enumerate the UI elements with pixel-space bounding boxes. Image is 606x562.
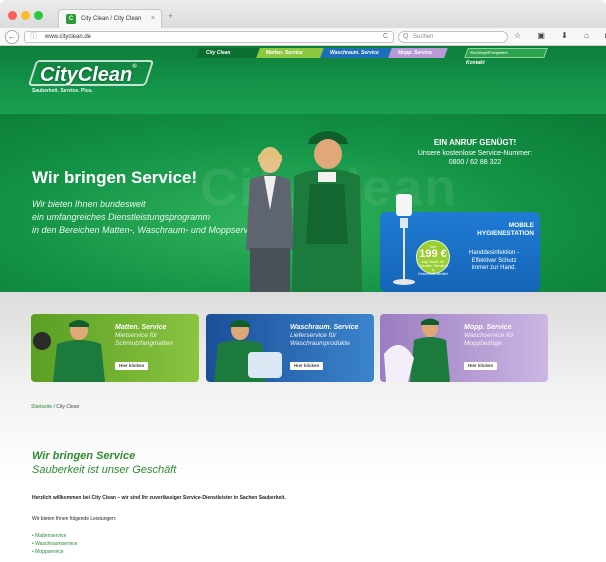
close-window-button[interactable] [8,11,17,20]
tab-title: City Clean / City Clean [81,16,142,22]
menu-label: Matten. Service [266,50,303,56]
card-title: Mopp. Service [464,324,512,331]
menu-item-waschraum-service[interactable]: Waschraum. Service [320,48,392,58]
hero-subtext-line: ein umfangreiches Dienstleistungsprogram… [32,212,211,222]
worker-with-dispenser-photo [214,320,282,382]
card-button[interactable]: Hier klicken [115,362,149,370]
info-icon[interactable]: ⓘ [30,32,37,42]
promo-title-line: HYGIENESTATION [477,230,534,237]
hotline-subtitle: Unsere kostenlose Service-Nummer: [417,150,533,157]
hero-subtext: Wir bieten Ihnen bundesweit ein umfangre… [32,198,262,237]
title-bar: C City Clean / City Clean × + [0,0,606,28]
logo-text: CityClean [40,64,133,86]
services-intro: Wir bieten Ihnen folgende Leistungen: [32,516,117,522]
worker-with-mop-photo [384,318,450,382]
breadcrumb: Startseite / City Clean [31,404,79,410]
card-desc-line: Moppbezüge [464,339,502,347]
site-logo[interactable]: CityClean® [40,64,137,87]
hotline-number[interactable]: 0800 / 62 88 322 [400,159,550,166]
menu-label: City Clean [206,50,231,56]
search-icon: Q [403,33,409,40]
page-heading: Wir bringen Service [32,450,136,462]
card-matten-service[interactable]: Matten. Service Mietservice für Schmutzf… [31,314,199,382]
main-content: Matten. Service Mietservice für Schmutzf… [0,292,606,562]
favicon-icon: C [66,14,76,24]
hygiene-station-promo[interactable]: Nur 199 € zzgl. MwSt. für Spender, Stand… [380,194,540,292]
url-text: www.cityclean.de [45,34,92,40]
promo-title: MOBILE HYGIENESTATION [456,222,534,238]
card-title: Matten. Service [115,324,167,331]
promo-desc-line: Effektiver Schutz [471,257,517,264]
minimize-window-button[interactable] [21,11,30,20]
promo-desc-line: Handdesinfektion - [468,250,520,256]
promo-desc-line: immer zur Hand. [471,265,517,271]
hero-banner: CityClean Wir bringen Service! Wir biete… [0,114,606,292]
worker-with-mat-photo [33,320,105,382]
list-item[interactable]: Waschraumservice [32,540,77,548]
menu-label: Waschraum. Service [330,50,379,56]
nav-toolbar: ← ⓘ www.cityclean.de C Q Suchen ☆ ▣ ⬇ ⌂ … [0,28,606,46]
breadcrumb-current: City Clean [56,404,80,410]
dispenser-icon [393,194,415,285]
page-subheading: Sauberkeit ist unser Geschäft [32,464,177,476]
browser-window: C City Clean / City Clean × + ← ⓘ www.ci… [0,0,606,562]
services-list: Mattenservice Waschraumservice Moppservi… [32,532,77,556]
price-note: zzgl. MwSt. für Spender, Standfuß & Desi… [418,260,448,276]
list-item[interactable]: Moppservice [32,548,77,556]
intro-text: Herzlich willkommen bei City Clean – wir… [32,495,286,501]
back-button[interactable]: ← [5,30,19,44]
maximize-window-button[interactable] [34,11,43,20]
card-button[interactable]: Hier klicken [290,362,324,370]
breadcrumb-home-link[interactable]: Startseite [31,404,52,410]
hero-subtext-line: Wir bieten Ihnen bundesweit [32,199,146,209]
promo-title-line: MOBILE [508,222,534,229]
price-value: 199 € [419,248,447,260]
address-bar[interactable]: ⓘ www.cityclean.de C [24,31,394,43]
card-description: Lieferservice für Waschraumprodukte [290,332,350,347]
card-description: Mietservice für Schmutzfangmatten [115,332,173,347]
card-desc-line: Mietservice für [115,332,158,339]
menu-label: Mopp. Service [398,50,432,56]
hero-subtext-line: in den Bereichen Matten-, Waschraum- und… [32,225,262,235]
search-placeholder: Suchen [413,34,434,40]
card-button[interactable]: Hier klicken [464,362,498,370]
site-search-input[interactable]: Suchbegriff eingeben [464,48,548,58]
list-item[interactable]: Mattenservice [32,532,77,540]
card-description: Waschservice für Moppbezüge [464,332,514,347]
browser-search-input[interactable]: Q Suchen [398,31,508,43]
menu-item-city-clean[interactable]: City Clean [196,48,260,58]
service-hotline: EIN ANRUF GENÜGT! Unsere kostenlose Serv… [400,138,550,166]
card-waschraum-service[interactable]: Waschraum. Service Lieferservice für Was… [206,314,374,382]
promo-description: Handdesinfektion - Effektiver Schutz imm… [454,250,534,273]
tab-close-icon[interactable]: × [151,10,155,28]
card-desc-line: Schmutzfangmatten [115,339,173,347]
logo-registered: ® [132,64,137,70]
hero-headline: Wir bringen Service! [32,168,198,187]
card-desc-line: Lieferservice für [290,332,337,339]
card-title: Waschraum. Service [290,324,359,331]
hotline-title: EIN ANRUF GENÜGT! [433,138,517,147]
card-desc-line: Waschraumprodukte [290,339,350,347]
logo-tagline: Sauberkeit. Service. Plus. [32,88,93,94]
site-header: CityClean® Sauberkeit. Service. Plus. Ci… [0,46,606,114]
new-tab-button[interactable]: + [168,11,173,21]
browser-tab[interactable]: C City Clean / City Clean × [58,9,162,28]
menu-item-mopp-service[interactable]: Mopp. Service [388,48,448,58]
card-mopp-service[interactable]: Mopp. Service Waschservice für Moppbezüg… [380,314,548,382]
toolbar-icons[interactable]: ☆ ▣ ⬇ ⌂ ◙ ≡ [514,31,606,40]
man-photo [292,131,362,292]
web-page: CityClean® Sauberkeit. Service. Plus. Ci… [0,46,606,562]
menu-item-matten-service[interactable]: Matten. Service [256,48,324,58]
main-menu: City Clean Matten. Service Waschraum. Se… [196,48,448,58]
reload-icon[interactable]: C [383,32,388,42]
site-search-placeholder: Suchbegriff eingeben [469,50,509,55]
card-desc-line: Waschservice für [464,332,514,339]
kontakt-link[interactable]: Kontakt [466,60,485,66]
price-badge: Nur 199 € zzgl. MwSt. für Spender, Stand… [416,240,450,276]
